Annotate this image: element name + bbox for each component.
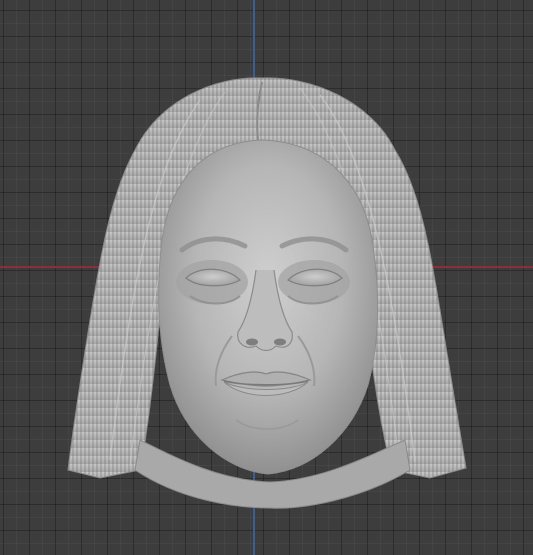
sculpted-head-model[interactable] [0,0,533,555]
3d-viewport[interactable] [0,0,533,555]
face [158,139,379,475]
